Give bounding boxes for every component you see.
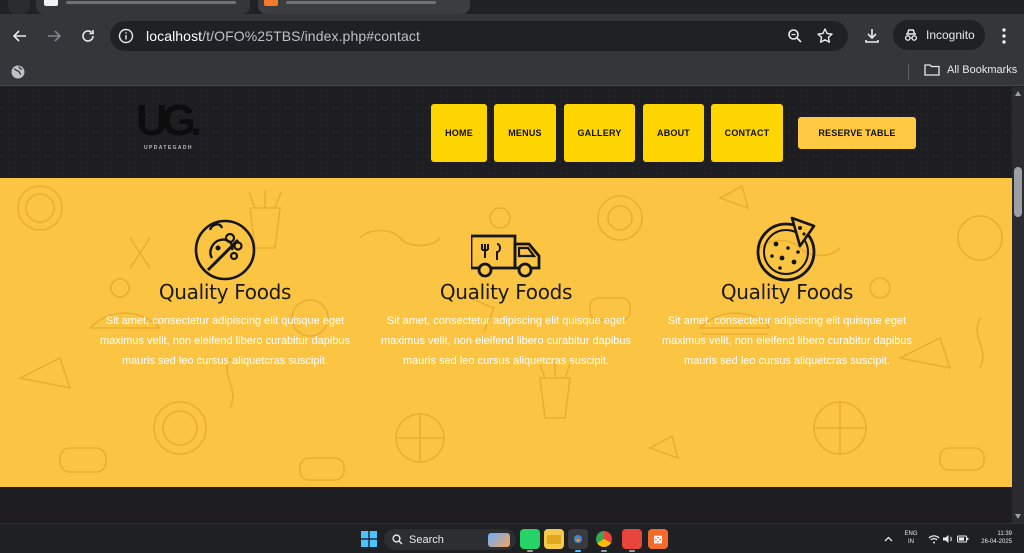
windows-start-icon[interactable]: [361, 531, 377, 547]
more-menu-icon[interactable]: [994, 24, 1014, 48]
page-scrollbar[interactable]: [1012, 87, 1024, 523]
incognito-icon: [904, 29, 918, 41]
volume-icon[interactable]: [942, 534, 954, 544]
feature-description: Sit amet, consectetur adipiscing elit qu…: [99, 315, 351, 367]
nav-contact[interactable]: CONTACT: [711, 104, 783, 162]
reserve-table-button[interactable]: RESERVE TABLE: [798, 117, 916, 149]
search-highlight-icon: [488, 532, 510, 547]
chrome-icon[interactable]: [568, 529, 588, 552]
nav-gallery[interactable]: GALLERY: [564, 104, 635, 162]
food-icon: [194, 219, 256, 281]
reload-icon[interactable]: [76, 24, 100, 48]
site-info-icon[interactable]: [118, 28, 134, 44]
chrome-logo: [596, 531, 612, 547]
chrome-logo: [571, 532, 585, 546]
download-icon[interactable]: [860, 24, 884, 48]
whatsapp-icon[interactable]: [520, 529, 540, 552]
nav-about[interactable]: ABOUT: [643, 104, 704, 162]
scrollbar-thumb[interactable]: [1014, 167, 1022, 217]
taskbar-search[interactable]: Search: [384, 529, 516, 550]
all-bookmarks-button[interactable]: All Bookmarks: [924, 63, 1017, 76]
region-code: IN: [908, 539, 914, 545]
nav-home[interactable]: HOME: [431, 104, 487, 162]
search-label: Search: [409, 533, 444, 546]
search-icon: [392, 534, 403, 545]
folder-icon: [924, 64, 940, 76]
address-bar[interactable]: localhost/t/OFO%25TBS/index.php#contact: [110, 21, 848, 51]
bookmarks-separator: [908, 64, 909, 80]
nav-menus[interactable]: MENUS: [494, 104, 556, 162]
app-running-indicator: [527, 550, 533, 552]
back-arrow-icon[interactable]: [8, 24, 32, 48]
tab-favicon: [44, 0, 58, 6]
incognito-label: Incognito: [926, 28, 975, 42]
logo-mark: UG.: [136, 96, 202, 145]
xampp-glyph: ⊠: [653, 533, 663, 546]
feature-title: Quality Foods: [439, 280, 573, 304]
notification-app-icon[interactable]: [622, 529, 642, 552]
feature-card-quality: Quality Foods Sit amet, consectetur adip…: [90, 214, 360, 371]
app-running-indicator: [601, 550, 607, 552]
chrome-profile-icon[interactable]: [594, 529, 614, 552]
xampp-icon[interactable]: ⊠: [648, 529, 668, 549]
browser-toolbar: localhost/t/OFO%25TBS/index.php#contact …: [0, 14, 1024, 58]
app-running-indicator: [629, 550, 635, 552]
forward-arrow-icon[interactable]: [42, 24, 66, 48]
language-indicator[interactable]: ENG IN: [902, 530, 920, 546]
feature-card-delivery: Quality Foods Sit amet, consectetur adip…: [371, 214, 641, 371]
pizza-icon: [756, 216, 816, 282]
url-text[interactable]: localhost/t/OFO%25TBS/index.php#contact: [146, 28, 420, 44]
battery-icon[interactable]: [957, 534, 969, 544]
site-logo[interactable]: UG. UPDATEGADH: [136, 99, 214, 157]
globe-icon[interactable]: [10, 64, 26, 80]
tab-title: [66, 1, 236, 4]
features-section: Quality Foods Sit amet, consectetur adip…: [0, 178, 1012, 487]
next-section: [0, 487, 1012, 523]
page-viewport: UG. UPDATEGADH HOME MENUS GALLERY ABOUT …: [0, 87, 1012, 523]
site-header: UG. UPDATEGADH HOME MENUS GALLERY ABOUT …: [0, 87, 1012, 178]
clock-time: 11:39: [997, 531, 1012, 537]
tab-pinned[interactable]: [8, 0, 30, 14]
folder-shape: [547, 534, 561, 544]
system-clock[interactable]: 11:39 26-04-2025: [974, 530, 1012, 546]
tab-title: [286, 1, 436, 4]
tab-strip: [0, 0, 1024, 14]
url-path: /t/OFO%25TBS/index.php#contact: [202, 28, 420, 44]
feature-description: Sit amet, consectetur adipiscing elit qu…: [380, 315, 632, 367]
bookmarks-bar: All Bookmarks: [0, 58, 1024, 86]
incognito-badge[interactable]: Incognito: [893, 20, 985, 50]
all-bookmarks-label: All Bookmarks: [947, 63, 1018, 76]
tab-favicon: [264, 0, 278, 6]
url-host: localhost: [146, 28, 203, 44]
scroll-up-icon[interactable]: [1015, 91, 1021, 96]
tab-inactive[interactable]: [36, 0, 250, 14]
language-code: ENG: [904, 531, 918, 537]
feature-description: Sit amet, consectetur adipiscing elit qu…: [661, 315, 913, 367]
os-taskbar: Search ⊠ ENG IN 11:39 26-04-2025: [0, 523, 1024, 553]
tray-chevron-up-icon[interactable]: [884, 536, 893, 542]
tab-active[interactable]: [258, 0, 470, 14]
file-explorer-icon[interactable]: [544, 529, 564, 549]
bookmark-star-icon[interactable]: [816, 27, 834, 45]
wifi-icon[interactable]: [928, 534, 940, 544]
app-active-indicator: [575, 550, 581, 552]
feature-title: Quality Foods: [720, 280, 854, 304]
logo-tagline: UPDATEGADH: [144, 145, 193, 151]
clock-date: 26-04-2025: [981, 539, 1012, 545]
food-truck-icon: [471, 234, 541, 278]
scroll-down-icon[interactable]: [1015, 514, 1021, 519]
zoom-search-icon[interactable]: [786, 27, 804, 45]
feature-title: Quality Foods: [158, 280, 292, 304]
feature-card-pizza: Quality Foods Sit amet, consectetur adip…: [652, 214, 922, 371]
